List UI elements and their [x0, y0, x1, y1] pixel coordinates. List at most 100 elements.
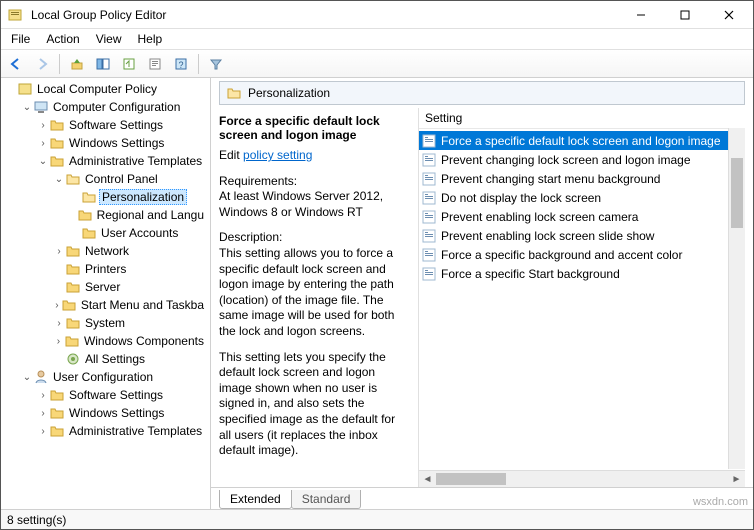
app-icon [7, 7, 23, 23]
settings-column-header[interactable]: Setting [419, 108, 745, 129]
computer-icon [33, 99, 49, 115]
setting-row[interactable]: Prevent changing lock screen and logon i… [419, 150, 745, 169]
tree-label: Start Menu and Taskba [79, 298, 206, 312]
horizontal-scrollbar[interactable]: ◄ ► [419, 470, 745, 487]
tree-u-admin-templates[interactable]: › Administrative Templates [37, 422, 210, 440]
help-button[interactable]: ? [170, 53, 192, 75]
setting-label: Force a specific background and accent c… [441, 248, 682, 262]
setting-row[interactable]: Force a specific default lock screen and… [419, 131, 745, 150]
setting-icon [421, 152, 437, 168]
tree-windows-components[interactable]: ›Windows Components [53, 332, 210, 350]
tab-extended[interactable]: Extended [219, 490, 292, 509]
minimize-button[interactable] [619, 1, 663, 29]
scroll-left-icon[interactable]: ◄ [419, 474, 436, 485]
back-button[interactable] [5, 53, 27, 75]
tree-label: Network [83, 244, 131, 258]
tree-control-panel[interactable]: ⌄ Control Panel [53, 170, 210, 188]
policy-title: Force a specific default lock screen and… [219, 114, 410, 142]
tree-admin-templates[interactable]: ⌄Administrative Templates [37, 152, 210, 170]
tree-computer-configuration[interactable]: ⌄ Computer Configuration [21, 98, 210, 116]
folder-icon [49, 117, 65, 133]
tree-user-configuration[interactable]: ⌄ User Configuration [21, 368, 210, 386]
setting-label: Prevent enabling lock screen slide show [441, 229, 654, 243]
expander-icon[interactable]: › [37, 408, 49, 419]
expander-icon[interactable]: › [53, 318, 65, 329]
setting-row[interactable]: Force a specific Start background [419, 264, 745, 283]
tree-windows-settings[interactable]: › Windows Settings [37, 134, 210, 152]
expander-icon[interactable]: › [37, 120, 49, 131]
forward-button[interactable] [31, 53, 53, 75]
scrollbar-thumb[interactable] [731, 158, 743, 228]
expander-icon[interactable]: › [37, 138, 49, 149]
expander-icon[interactable]: › [53, 336, 64, 347]
tree-root[interactable]: Local Computer Policy [5, 80, 210, 98]
scrollbar-thumb[interactable] [436, 473, 506, 485]
tree-server[interactable]: Server [53, 278, 210, 296]
close-button[interactable] [707, 1, 751, 29]
edit-policy-link[interactable]: policy setting [243, 148, 312, 162]
setting-label: Force a specific default lock screen and… [441, 134, 721, 148]
expander-icon[interactable]: › [37, 426, 49, 437]
tree-regional-language[interactable]: Regional and Langu [69, 206, 210, 224]
tree-label: User Configuration [51, 370, 155, 384]
menu-help[interactable]: Help [138, 32, 163, 46]
window-title: Local Group Policy Editor [31, 8, 619, 22]
tree-network[interactable]: › Network [53, 242, 210, 260]
expander-icon[interactable]: › [37, 390, 49, 401]
properties-button[interactable] [144, 53, 166, 75]
tree-u-windows-settings[interactable]: › Windows Settings [37, 404, 210, 422]
vertical-scrollbar[interactable] [728, 128, 745, 469]
setting-label: Prevent changing start menu background [441, 172, 660, 186]
menu-action[interactable]: Action [46, 32, 79, 46]
tree-printers[interactable]: Printers [53, 260, 210, 278]
tree-label: Windows Settings [67, 136, 166, 150]
tree-label: Administrative Templates [67, 424, 204, 438]
setting-row[interactable]: Prevent enabling lock screen slide show [419, 226, 745, 245]
content-pane: Personalization Force a specific default… [211, 78, 753, 509]
expander-icon[interactable]: ⌄ [21, 372, 33, 383]
folder-icon [65, 315, 81, 331]
tree-software-settings[interactable]: › Software Settings [37, 116, 210, 134]
setting-label: Prevent changing lock screen and logon i… [441, 153, 691, 167]
tree-all-settings[interactable]: All Settings [53, 350, 210, 368]
description-panel: Force a specific default lock screen and… [219, 108, 419, 487]
tree-personalization[interactable]: Personalization [69, 188, 210, 206]
settings-list[interactable]: Force a specific default lock screen and… [419, 129, 745, 470]
show-hide-tree-button[interactable] [92, 53, 114, 75]
expander-icon[interactable]: ⌄ [21, 102, 33, 113]
menu-file[interactable]: File [11, 32, 30, 46]
main-area: Local Computer Policy ⌄ Computer Configu… [1, 78, 753, 509]
status-text: 8 setting(s) [7, 513, 66, 527]
expander-icon[interactable]: › [53, 246, 65, 257]
setting-row[interactable]: Prevent enabling lock screen camera [419, 207, 745, 226]
folder-icon [49, 135, 65, 151]
expander-icon[interactable]: › [53, 300, 61, 311]
tree-label: Computer Configuration [51, 100, 182, 114]
toolbar-separator [198, 54, 199, 74]
tree-label: Software Settings [67, 118, 165, 132]
tab-standard[interactable]: Standard [291, 490, 362, 509]
maximize-button[interactable] [663, 1, 707, 29]
setting-label: Prevent enabling lock screen camera [441, 210, 638, 224]
setting-row[interactable]: Force a specific background and accent c… [419, 245, 745, 264]
tree-system[interactable]: ›System [53, 314, 210, 332]
up-button[interactable] [66, 53, 88, 75]
tree-u-software-settings[interactable]: ›Software Settings [37, 386, 210, 404]
folder-open-icon [81, 189, 97, 205]
tree-label: Windows Settings [67, 406, 166, 420]
svg-text:?: ? [178, 60, 183, 70]
expander-icon[interactable]: ⌄ [37, 156, 49, 167]
scroll-right-icon[interactable]: ► [728, 474, 745, 485]
settings-panel: Setting Force a specific default lock sc… [419, 108, 745, 487]
menu-view[interactable]: View [96, 32, 122, 46]
tree-pane[interactable]: Local Computer Policy ⌄ Computer Configu… [1, 78, 211, 509]
expander-icon[interactable]: ⌄ [53, 174, 65, 185]
folder-icon [81, 225, 97, 241]
tree-user-accounts[interactable]: User Accounts [69, 224, 210, 242]
export-list-button[interactable] [118, 53, 140, 75]
setting-row[interactable]: Do not display the lock screen [419, 188, 745, 207]
filter-button[interactable] [205, 53, 227, 75]
tree-startmenu-taskbar[interactable]: › Start Menu and Taskba [53, 296, 210, 314]
setting-row[interactable]: Prevent changing start menu background [419, 169, 745, 188]
tree-label: Control Panel [83, 172, 160, 186]
